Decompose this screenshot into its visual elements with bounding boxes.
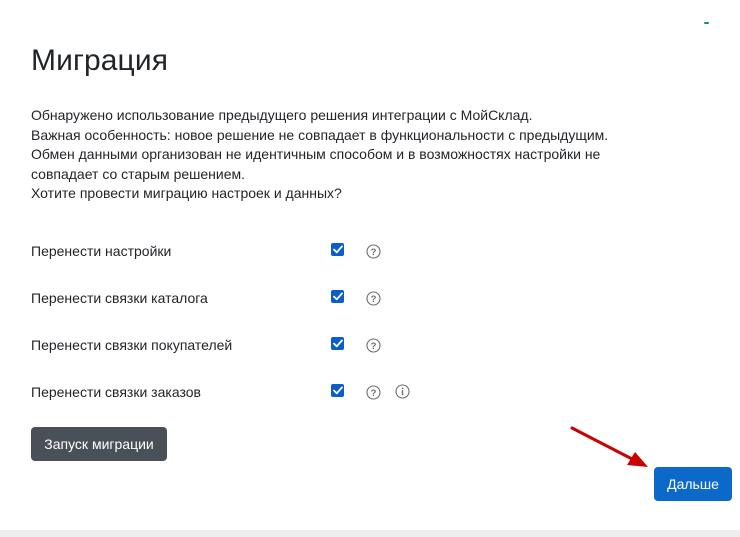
transfer-order-links-checkbox[interactable] <box>331 384 344 397</box>
question-circle-icon[interactable]: ? <box>366 244 381 259</box>
option-transfer-settings: Перенести настройки ? <box>31 241 451 265</box>
option-label: Перенести связки покупателей <box>31 337 233 353</box>
svg-text:?: ? <box>371 388 377 399</box>
checkmark-icon <box>332 245 343 254</box>
start-migration-button[interactable]: Запуск миграции <box>31 427 167 461</box>
description-line: совпадает со старым решением. <box>31 165 246 182</box>
top-indicator <box>704 22 709 24</box>
question-circle-icon[interactable]: ? <box>366 338 381 353</box>
transfer-catalog-links-checkbox[interactable] <box>331 290 344 303</box>
transfer-settings-checkbox[interactable] <box>331 243 344 256</box>
description-line: Обнаружено использование предыдущего реш… <box>31 107 533 123</box>
option-transfer-order-links: Перенести связки заказов ? <box>31 382 451 406</box>
description-line: Обмен данными организован не идентичным … <box>31 146 601 162</box>
option-transfer-catalog-links: Перенести связки каталога ? <box>31 288 451 312</box>
question-circle-icon[interactable]: ? <box>366 291 381 306</box>
option-label: Перенести связки каталога <box>31 290 208 306</box>
description-line: Важная особенность: новое решение не сов… <box>31 126 609 143</box>
option-label: Перенести связки заказов <box>31 384 201 400</box>
description-line: Хотите провести миграцию настроек и данн… <box>31 185 342 201</box>
transfer-customer-links-checkbox[interactable] <box>331 337 344 350</box>
question-circle-icon[interactable]: ? <box>366 385 381 400</box>
migration-description: Обнаружено использование предыдущего реш… <box>31 106 631 204</box>
next-button[interactable]: Дальше <box>654 467 732 501</box>
svg-text:?: ? <box>371 247 377 258</box>
checkmark-icon <box>332 339 343 348</box>
option-label: Перенести настройки <box>31 243 172 259</box>
option-transfer-customer-links: Перенести связки покупателей ? <box>31 335 451 359</box>
info-circle-icon[interactable] <box>395 384 410 399</box>
footer-divider <box>0 530 740 537</box>
svg-text:?: ? <box>371 294 377 305</box>
annotation-arrow-icon <box>570 426 648 467</box>
svg-text:?: ? <box>371 341 377 352</box>
checkmark-icon <box>332 386 343 395</box>
page-title: Миграция <box>31 44 169 77</box>
checkmark-icon <box>332 292 343 301</box>
